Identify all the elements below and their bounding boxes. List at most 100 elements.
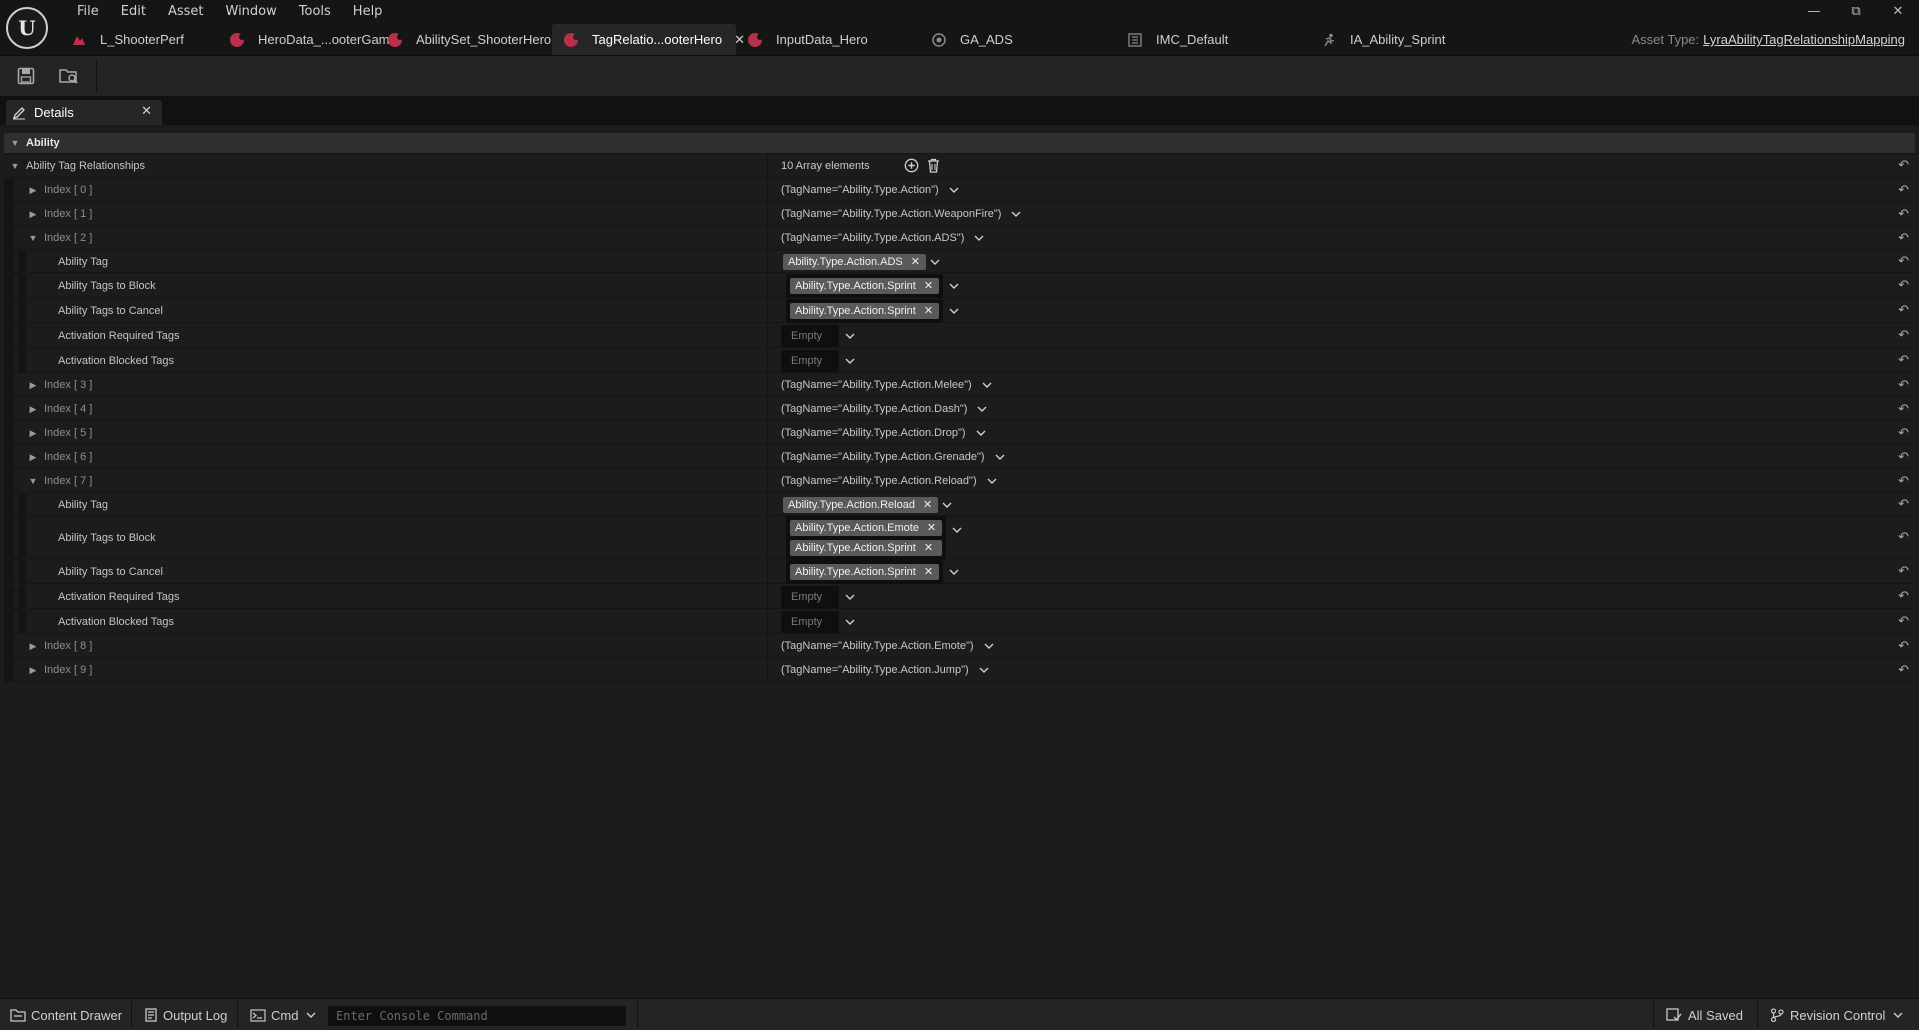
gameplay-tag-chip[interactable]: Ability.Type.Action.Sprint ✕ [790,539,943,556]
gameplay-tag-chip[interactable]: Ability.Type.Action.Sprint ✕ [790,563,940,580]
chevron-down-icon[interactable] [974,235,984,241]
remove-tag-icon[interactable]: ✕ [927,521,936,534]
array-index-row[interactable]: ▶ Index [ 3 ] (TagName="Ability.Type.Acti… [4,374,1915,397]
array-index-row[interactable]: ▶ Index [ 4 ] (TagName="Ability.Type.Acti… [4,398,1915,421]
reset-to-default-icon[interactable]: ↶ [1898,446,1909,468]
menu-asset[interactable]: Asset [157,3,215,21]
chevron-down-icon[interactable] [845,594,855,600]
delete-all-icon[interactable] [927,158,940,173]
array-index-row[interactable]: ▼ Index [ 2 ] (TagName="Ability.Type.Acti… [4,227,1915,250]
unreal-logo-icon[interactable]: U [6,7,48,49]
tab-tagrelationship[interactable]: TagRelatio...ooterHero ✕ [552,24,745,55]
chevron-down-icon[interactable] [942,502,952,508]
reset-to-default-icon[interactable]: ↶ [1898,349,1909,372]
chevron-down-icon[interactable] [995,454,1005,460]
remove-tag-icon[interactable]: ✕ [924,279,933,292]
reset-to-default-icon[interactable]: ↶ [1898,274,1909,297]
array-index-row[interactable]: ▶ Index [ 6 ] (TagName="Ability.Type.Acti… [4,446,1915,469]
array-index-row[interactable]: ▶ Index [ 8 ] (TagName="Ability.Type.Acti… [4,635,1915,658]
gameplay-tag-chip[interactable]: Ability.Type.Action.Emote ✕ [790,519,943,536]
chevron-down-icon[interactable] [930,259,940,265]
reset-to-default-icon[interactable]: ↶ [1898,179,1909,201]
property-row-activation-blocked[interactable]: Activation Blocked Tags Empty ↶ [4,610,1915,634]
reset-to-default-icon[interactable]: ↶ [1898,659,1909,681]
restore-icon[interactable]: ⧉ [1835,0,1877,22]
reset-to-default-icon[interactable]: ↶ [1898,470,1909,492]
reset-to-default-icon[interactable]: ↶ [1898,374,1909,396]
array-index-row[interactable]: ▶ Index [ 0 ] (TagName="Ability.Type.Acti… [4,179,1915,202]
chevron-down-icon[interactable] [845,333,855,339]
menu-help[interactable]: Help [342,3,394,21]
gameplay-tag-chip[interactable]: Ability.Type.Action.ADS ✕ [783,253,926,270]
reset-to-default-icon[interactable]: ↶ [1898,585,1909,608]
remove-tag-icon[interactable]: ✕ [924,565,933,578]
empty-tag-container[interactable]: Empty [781,610,839,633]
browse-content-icon[interactable] [55,64,83,88]
array-index-row[interactable]: ▼ Index [ 7 ] (TagName="Ability.Type.Acti… [4,470,1915,493]
gameplay-tag-chip[interactable]: Ability.Type.Action.Sprint ✕ [790,302,940,319]
tab-herodata[interactable]: HeroData_...ooterGame [218,24,397,55]
property-row-tags-to-cancel[interactable]: Ability Tags to Cancel Ability.Type.Acti… [4,298,1915,323]
chevron-down-icon[interactable] [984,643,994,649]
empty-tag-container[interactable]: Empty [781,349,839,372]
chevron-down-icon[interactable] [982,382,992,388]
property-row-ability-tag[interactable]: Ability Tag Ability.Type.Action.Reload ✕ … [4,494,1915,516]
chevron-down-icon[interactable] [949,569,959,575]
reset-to-default-icon[interactable]: ↶ [1898,560,1909,583]
cmd-dropdown[interactable]: Cmd [250,999,316,1030]
reset-to-default-icon[interactable]: ↶ [1898,227,1909,249]
reset-to-default-icon[interactable]: ↶ [1898,422,1909,444]
property-row-activation-required[interactable]: Activation Required Tags Empty ↶ [4,324,1915,348]
reset-to-default-icon[interactable]: ↶ [1898,154,1909,177]
menu-edit[interactable]: Edit [110,3,157,21]
gameplay-tag-chip[interactable]: Ability.Type.Action.Reload ✕ [783,496,939,513]
chevron-down-icon[interactable] [977,406,987,412]
chevron-down-icon[interactable] [976,430,986,436]
property-row-tags-to-block[interactable]: Ability Tags to Block Ability.Type.Actio… [4,515,1915,560]
output-log-button[interactable]: Output Log [144,999,227,1030]
remove-tag-icon[interactable]: ✕ [911,255,920,268]
reset-to-default-icon[interactable]: ↶ [1898,517,1909,558]
chevron-down-icon[interactable] [952,527,962,533]
array-index-row[interactable]: ▶ Index [ 5 ] (TagName="Ability.Type.Acti… [4,422,1915,445]
menu-file[interactable]: File [66,3,110,21]
revision-control-button[interactable]: Revision Control [1770,999,1903,1030]
close-details-icon[interactable]: ✕ [141,103,152,119]
chevron-down-icon[interactable] [987,478,997,484]
array-index-row[interactable]: ▶ Index [ 9 ] (TagName="Ability.Type.Acti… [4,659,1915,682]
reset-to-default-icon[interactable]: ↶ [1898,324,1909,347]
reset-to-default-icon[interactable]: ↶ [1898,398,1909,420]
remove-tag-icon[interactable]: ✕ [924,541,933,554]
chevron-down-icon[interactable] [845,358,855,364]
all-saved-button[interactable]: All Saved [1666,999,1743,1030]
tab-ga-ads[interactable]: GA_ADS [920,24,1116,55]
gameplay-tag-chip[interactable]: Ability.Type.Action.Sprint ✕ [790,277,940,294]
chevron-down-icon[interactable] [949,283,959,289]
property-row-activation-required[interactable]: Activation Required Tags Empty ↶ [4,585,1915,609]
chevron-down-icon[interactable] [949,187,959,193]
menu-tools[interactable]: Tools [288,3,342,21]
content-drawer-button[interactable]: Content Drawer [10,999,122,1030]
console-input[interactable] [328,1009,626,1023]
reset-to-default-icon[interactable]: ↶ [1898,299,1909,322]
tab-imc-default[interactable]: IMC_Default [1116,24,1310,55]
close-window-icon[interactable]: ✕ [1877,0,1919,22]
property-row-tags-to-cancel[interactable]: Ability Tags to Cancel Ability.Type.Acti… [4,559,1915,584]
chevron-down-icon[interactable] [1011,211,1021,217]
empty-tag-container[interactable]: Empty [781,324,839,347]
tab-abilityset[interactable]: AbilitySet_ShooterHero [376,24,552,55]
tab-l-shooterperf[interactable]: L_ShooterPerf [60,24,218,55]
reset-to-default-icon[interactable]: ↶ [1898,494,1909,515]
reset-to-default-icon[interactable]: ↶ [1898,610,1909,633]
chevron-down-icon[interactable] [979,667,989,673]
minimize-icon[interactable]: — [1793,0,1835,22]
chevron-down-icon[interactable] [949,308,959,314]
category-ability[interactable]: ▼ Ability [4,133,1915,154]
property-row-tags-to-block[interactable]: Ability Tags to Block Ability.Type.Actio… [4,273,1915,298]
reset-to-default-icon[interactable]: ↶ [1898,635,1909,657]
property-row-activation-blocked[interactable]: Activation Blocked Tags Empty ↶ [4,349,1915,373]
reset-to-default-icon[interactable]: ↶ [1898,203,1909,225]
array-row-ability-tag-relationships[interactable]: ▼ Ability Tag Relationships 10 Array elem… [4,154,1915,178]
array-index-row[interactable]: ▶ Index [ 1 ] (TagName="Ability.Type.Acti… [4,203,1915,226]
asset-type-link[interactable]: LyraAbilityTagRelationshipMapping [1703,32,1905,47]
